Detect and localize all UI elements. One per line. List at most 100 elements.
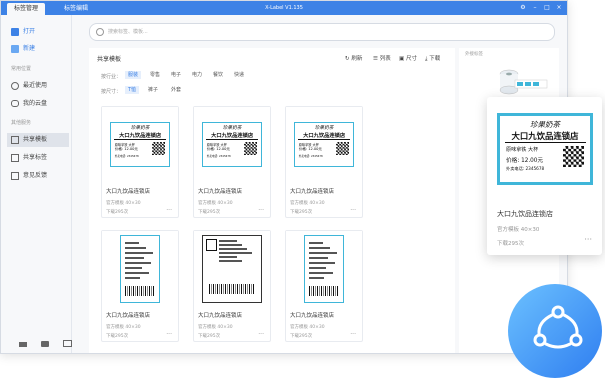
filter-option[interactable]: 服装 <box>125 71 142 79</box>
text-line <box>309 247 330 249</box>
card-downloads: 下载295次 <box>290 334 313 339</box>
label-shop: 大口九饮品连锁店 <box>511 130 579 141</box>
more-icon[interactable]: ··· <box>258 207 264 214</box>
sidebar-item-recent[interactable]: 最近使用 <box>11 79 67 93</box>
refresh-button[interactable]: ↻ 刷新 <box>345 54 362 62</box>
settings-icon[interactable]: ⚙ <box>519 4 527 12</box>
shipping-logo <box>206 239 217 251</box>
title-bar: 标签管理 标签编辑 X-Label V1.135 ⚙ – □ × <box>1 1 567 15</box>
text-line <box>219 248 247 250</box>
text-line <box>125 247 146 249</box>
label-divider <box>205 138 259 140</box>
card-sub: 官方模板 40×30 <box>290 201 325 206</box>
sidebar-item-share-label[interactable]: 共享标签 <box>11 151 67 165</box>
template-card[interactable]: 大口九饮品连锁店 官方模板 40×30 下载295次 ··· <box>101 230 179 342</box>
template-card[interactable]: 珍果奶茶 大口九饮品连锁店 原味拿铁 大杯 价格: 12.00元 外卖电话: 23456… <box>101 106 179 218</box>
filter-option[interactable]: T恤 <box>125 86 140 94</box>
label-brand: 珍果奶茶 <box>130 125 150 131</box>
minimize-icon[interactable]: – <box>531 4 539 12</box>
download-button[interactable]: ⤓ 下载 <box>425 54 440 63</box>
filter-option[interactable]: 电子 <box>168 71 184 79</box>
filter-option[interactable]: 裤子 <box>145 86 161 94</box>
sidebar-item-feedback[interactable]: 意见反馈 <box>11 169 67 183</box>
preview-title: 大口九饮品连锁店 <box>497 210 553 218</box>
card-downloads: 下载295次 <box>290 210 313 215</box>
card-title: 大口九饮品连锁店 <box>198 189 243 195</box>
sidebar-item-new[interactable]: 新建 <box>11 42 67 56</box>
download-label: 下载 <box>429 56 441 62</box>
sidebar-item-label: 意见反馈 <box>23 172 48 179</box>
text-line <box>125 267 142 269</box>
list-label: 列表 <box>379 56 391 62</box>
new-file-icon <box>11 44 19 53</box>
right-panel-label: 外接标签 <box>465 52 483 57</box>
text-line <box>125 257 144 259</box>
video-icon[interactable] <box>41 341 49 347</box>
text-line <box>125 242 139 244</box>
card-sub: 官方模板 40×30 <box>198 325 233 330</box>
label-line: 外卖电话: 2345678 <box>114 155 139 159</box>
clock-icon <box>11 81 19 90</box>
share-icon <box>533 305 583 349</box>
template-card[interactable]: 大口九饮品连锁店 官方模板 40×30 下载295次 ··· <box>193 230 271 342</box>
size-button[interactable]: ▣ 尺寸 <box>399 54 417 62</box>
text-line <box>309 242 323 244</box>
sidebar: 打开 新建 常用位置 最近使用 我的云盘 其他服务 共享模板 共享标签 意见反馈 <box>1 15 72 353</box>
cloud-icon <box>11 100 19 107</box>
label-preview: 珍果奶茶 大口九饮品连锁店 原味拿铁 大杯 价格: 12.00元 外卖电话: 23456… <box>294 122 355 168</box>
text-line <box>309 262 335 264</box>
more-icon[interactable]: ··· <box>166 207 172 214</box>
template-card[interactable]: 大口九饮品连锁店 官方模板 40×30 下载295次 ··· <box>285 230 363 342</box>
label-line: 价格: 12.00元 <box>298 147 322 152</box>
label-preview: 珍果奶茶 大口九饮品连锁店 原味拿铁 大杯 价格: 12.00元 外卖电话: 23456… <box>202 122 263 168</box>
list-button[interactable]: ☰ 列表 <box>373 54 391 62</box>
maximize-icon[interactable]: □ <box>543 4 551 12</box>
sidebar-item-label: 新建 <box>23 45 36 52</box>
card-sub: 官方模板 40×30 <box>290 325 325 330</box>
filter-option[interactable]: 外套 <box>168 86 184 94</box>
template-card[interactable]: 珍果奶茶 大口九饮品连锁店 原味拿铁 大杯 价格: 12.00元 外卖电话: 23456… <box>193 106 271 218</box>
search-bar[interactable]: 搜索标签、模板... <box>89 23 555 41</box>
card-title: 大口九饮品连锁店 <box>290 189 335 195</box>
panel-title: 共享模板 <box>97 56 122 63</box>
qr-code <box>563 146 584 167</box>
text-line <box>309 252 337 254</box>
sidebar-item-cloud[interactable]: 我的云盘 <box>11 97 67 111</box>
label-line: 外卖电话: 2345678 <box>206 155 231 159</box>
more-icon[interactable]: ··· <box>350 331 356 338</box>
card-title: 大口九饮品连锁店 <box>106 313 151 319</box>
sidebar-item-open[interactable]: 打开 <box>11 25 67 39</box>
home-icon[interactable] <box>19 339 27 347</box>
sidebar-item-label: 共享标签 <box>23 154 48 161</box>
more-icon[interactable]: ··· <box>166 331 172 338</box>
share-badge[interactable] <box>508 284 602 378</box>
template-card[interactable]: 珍果奶茶 大口九饮品连锁店 原味拿铁 大杯 价格: 12.00元 外卖电话: 23456… <box>285 106 363 218</box>
label-brand: 珍果奶茶 <box>530 120 560 129</box>
folder-icon <box>11 27 19 36</box>
filter-option[interactable]: 快递 <box>231 71 247 79</box>
text-line <box>309 277 324 279</box>
label-preview: 珍果奶茶 大口九饮品连锁店 原味拿铁 大杯 价格: 12.00元 外卖电话: 23456… <box>110 122 171 168</box>
label-brand: 珍果奶茶 <box>222 125 242 131</box>
filter-option[interactable]: 餐饮 <box>210 71 226 79</box>
template-preview-popup[interactable]: 珍果奶茶 大口九饮品连锁店 原味拿铁 大杯 价格: 12.00元 外卖电话: 23456… <box>487 97 602 255</box>
label-line: 原味拿铁 大杯 <box>506 147 539 153</box>
more-icon[interactable]: ··· <box>584 235 592 244</box>
barcode <box>209 284 255 294</box>
label-line: 外卖电话: 2345678 <box>506 165 545 171</box>
text-line <box>309 257 328 259</box>
preview-sub: 官方模板 40×30 <box>497 227 540 233</box>
filter-option[interactable]: 零售 <box>147 71 163 79</box>
qr-code <box>152 141 166 155</box>
sidebar-item-share-template[interactable]: 共享模板 <box>7 133 69 147</box>
label-preview: 珍果奶茶 大口九饮品连锁店 原味拿铁 大杯 价格: 12.00元 外卖电话: 23456… <box>497 113 593 185</box>
more-icon[interactable]: ··· <box>350 207 356 214</box>
filter-option[interactable]: 电力 <box>189 71 205 79</box>
label-preview <box>304 235 344 303</box>
text-line <box>125 262 151 264</box>
card-title: 大口九饮品连锁店 <box>198 313 243 319</box>
preview-label: 珍果奶茶 大口九饮品连锁店 原味拿铁 大杯 价格: 12.00元 外卖电话: 23456… <box>497 113 593 185</box>
more-icon[interactable]: ··· <box>258 331 264 338</box>
keyboard-icon[interactable] <box>63 340 72 347</box>
close-icon[interactable]: × <box>555 4 563 12</box>
